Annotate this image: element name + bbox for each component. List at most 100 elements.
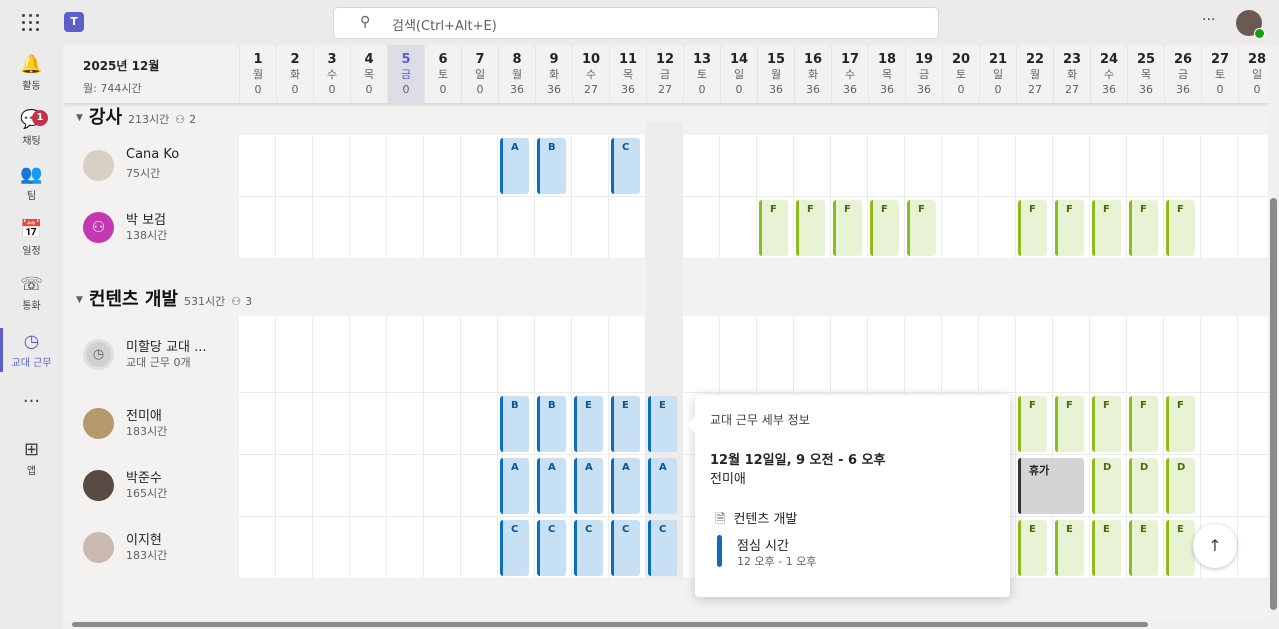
shift-block[interactable]: 휴가 (1018, 458, 1084, 514)
day-column-header[interactable]: 25 목 36 (1127, 45, 1164, 103)
schedule-cell[interactable] (868, 316, 905, 393)
day-column-header[interactable]: 10 수 27 (572, 45, 609, 103)
schedule-cell[interactable] (868, 135, 905, 197)
schedule-cell[interactable] (757, 135, 794, 197)
schedule-cell[interactable] (1127, 316, 1164, 393)
shift-block[interactable]: F (1055, 396, 1084, 452)
schedule-cell[interactable] (609, 197, 646, 259)
day-column-header[interactable]: 21 일 0 (979, 45, 1016, 103)
day-column-header[interactable]: 18 목 36 (868, 45, 905, 103)
schedule-cell[interactable] (1164, 316, 1201, 393)
schedule-cell[interactable] (572, 316, 609, 393)
day-column-header[interactable]: 28 일 0 (1238, 45, 1268, 103)
schedule-cell[interactable] (1201, 135, 1238, 197)
schedule-cell[interactable] (794, 316, 831, 393)
shift-block[interactable]: F (759, 200, 788, 256)
schedule-cell[interactable] (350, 135, 387, 197)
shift-block[interactable]: C (611, 520, 640, 576)
rail-item-5[interactable]: ◷ 교대 근무 (0, 330, 63, 369)
schedule-cell[interactable] (720, 197, 757, 259)
schedule-cell[interactable] (350, 316, 387, 393)
shift-block[interactable]: B (537, 396, 566, 452)
schedule-cell[interactable] (535, 197, 572, 259)
shift-block[interactable]: F (1129, 200, 1158, 256)
day-column-header[interactable]: 11 목 36 (609, 45, 646, 103)
shift-block[interactable]: E (611, 396, 640, 452)
vertical-scrollbar[interactable] (1268, 45, 1279, 620)
schedule-cell[interactable] (1238, 517, 1268, 579)
schedule-cell[interactable] (1016, 316, 1053, 393)
schedule-cell[interactable] (424, 517, 461, 579)
schedule-cell[interactable] (1090, 135, 1127, 197)
schedule-cell[interactable] (535, 316, 572, 393)
schedule-cell[interactable] (1201, 316, 1238, 393)
schedule-cell[interactable] (461, 517, 498, 579)
collapse-caret-icon[interactable]: ▼ (76, 113, 83, 123)
shift-block[interactable]: E (1166, 520, 1195, 576)
schedule-cell[interactable] (313, 455, 350, 517)
shift-block[interactable]: E (574, 396, 603, 452)
schedule-cell[interactable] (1201, 455, 1238, 517)
shift-block[interactable]: C (500, 520, 529, 576)
day-column-header[interactable]: 2화 0 (276, 45, 313, 103)
schedule-cell[interactable] (424, 135, 461, 197)
day-column-header[interactable]: 12 금 27 (646, 45, 683, 103)
schedule-cell[interactable] (757, 316, 794, 393)
schedule-cell[interactable] (276, 316, 313, 393)
schedule-cell[interactable] (979, 197, 1016, 259)
schedule-cell[interactable] (905, 316, 942, 393)
schedule-cell[interactable] (276, 393, 313, 455)
shift-block[interactable]: A (611, 458, 640, 514)
schedule-cell[interactable] (646, 135, 683, 197)
schedule-cell[interactable] (239, 316, 276, 393)
schedule-cell[interactable] (387, 393, 424, 455)
schedule-cell[interactable] (239, 517, 276, 579)
schedule-cell[interactable] (239, 197, 276, 259)
schedule-cell[interactable] (1238, 455, 1268, 517)
schedule-cell[interactable] (387, 197, 424, 259)
shift-block[interactable]: A (537, 458, 566, 514)
schedule-cell[interactable] (239, 393, 276, 455)
app-launcher-icon[interactable] (22, 14, 40, 32)
horizontal-scrollbar[interactable] (64, 620, 1268, 629)
shift-block[interactable]: F (1055, 200, 1084, 256)
shift-block[interactable]: A (648, 458, 677, 514)
schedule-cell[interactable] (1053, 316, 1090, 393)
shift-block[interactable]: C (611, 138, 640, 194)
shift-block[interactable]: A (574, 458, 603, 514)
schedule-cell[interactable] (461, 393, 498, 455)
shift-block[interactable]: F (1092, 200, 1121, 256)
shift-block[interactable]: A (500, 138, 529, 194)
schedule-cell[interactable] (313, 517, 350, 579)
day-column-header[interactable]: 17 수 36 (831, 45, 868, 103)
schedule-cell[interactable] (646, 316, 683, 393)
day-column-header[interactable]: 3수 0 (313, 45, 350, 103)
rail-item-3[interactable]: 📅 일정 (0, 218, 63, 257)
schedule-cell[interactable] (350, 517, 387, 579)
day-column-header[interactable]: 15 월 36 (757, 45, 794, 103)
day-column-header[interactable]: 5금 0 (387, 45, 424, 103)
schedule-cell[interactable] (461, 316, 498, 393)
schedule-cell[interactable] (239, 135, 276, 197)
schedule-cell[interactable] (387, 135, 424, 197)
schedule-cell[interactable] (646, 197, 683, 259)
schedule-cell[interactable] (387, 517, 424, 579)
collapse-caret-icon[interactable]: ▼ (76, 295, 83, 305)
schedule-cell[interactable] (1201, 393, 1238, 455)
schedule-cell[interactable] (1238, 316, 1268, 393)
schedule-cell[interactable] (979, 316, 1016, 393)
group-header[interactable]: ▼ 컨텐츠 개발 531시간 ⚇ 3 (76, 285, 252, 311)
schedule-cell[interactable] (942, 197, 979, 259)
schedule-cell[interactable] (1164, 135, 1201, 197)
day-column-header[interactable]: 23 화 27 (1053, 45, 1090, 103)
shift-block[interactable]: C (648, 520, 677, 576)
schedule-cell[interactable] (313, 316, 350, 393)
schedule-cell[interactable] (683, 197, 720, 259)
shift-block[interactable]: F (870, 200, 899, 256)
shift-block[interactable]: E (1129, 520, 1158, 576)
shift-block[interactable]: A (500, 458, 529, 514)
schedule-cell[interactable] (424, 197, 461, 259)
rail-item-0[interactable]: 🔔 활동 (0, 53, 63, 92)
schedule-cell[interactable] (350, 197, 387, 259)
schedule-cell[interactable] (313, 135, 350, 197)
